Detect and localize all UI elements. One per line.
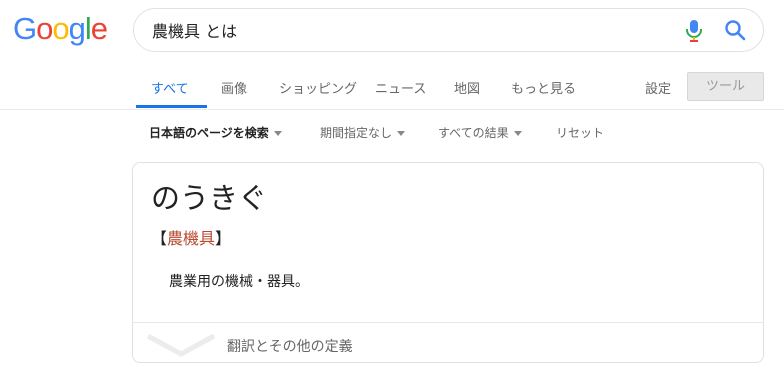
- tab-all[interactable]: すべて: [151, 78, 189, 97]
- tab-maps[interactable]: 地図: [454, 78, 480, 97]
- tab-shopping[interactable]: ショッピング: [279, 78, 357, 97]
- more-definitions-bar[interactable]: 翻訳とその他の定義: [133, 322, 763, 362]
- filter-reset[interactable]: リセット: [556, 124, 604, 141]
- filter-time[interactable]: 期間指定なし: [320, 124, 406, 141]
- settings-link[interactable]: 設定: [645, 78, 671, 97]
- search-tabs: すべて 画像 ショッピング ニュース 地図 もっと見る 設定 ツール: [0, 68, 784, 110]
- tab-news[interactable]: ニュース: [375, 78, 426, 97]
- headword: のうきぐ: [151, 181, 268, 215]
- tab-more[interactable]: もっと見る: [511, 78, 576, 97]
- logo-letter: e: [90, 11, 108, 46]
- filter-time-label: 期間指定なし: [320, 126, 393, 140]
- tools-button[interactable]: ツール: [687, 72, 764, 101]
- logo-letter: g: [68, 11, 86, 46]
- tab-images[interactable]: 画像: [221, 78, 247, 97]
- caret-down-icon: [273, 131, 282, 136]
- active-tab-indicator: [136, 105, 207, 108]
- search-box[interactable]: [133, 8, 764, 52]
- logo-letter: o: [52, 11, 69, 46]
- bracket-close: 】: [215, 229, 232, 248]
- filter-results-label: すべての結果: [438, 126, 509, 140]
- logo-letter: G: [13, 11, 37, 46]
- dictionary-card: のうきぐ 【農機具】 農業用の機械・器具。 翻訳とその他の定義: [132, 162, 764, 363]
- google-logo[interactable]: Google: [13, 11, 108, 46]
- filter-language-label: 日本語のページを検索: [149, 126, 269, 140]
- search-input[interactable]: [152, 18, 672, 42]
- definition-text: 農業用の機械・器具。: [169, 274, 309, 290]
- logo-letter: o: [36, 11, 53, 46]
- more-definitions-label: 翻訳とその他の定義: [227, 339, 353, 355]
- search-filters: 日本語のページを検索 期間指定なし すべての結果 リセット: [0, 112, 784, 152]
- mic-icon[interactable]: [684, 19, 704, 43]
- kanji-link[interactable]: 農機具: [167, 229, 215, 248]
- kanji-notation: 【農機具】: [151, 225, 231, 249]
- caret-down-icon: [513, 131, 522, 136]
- caret-down-icon: [397, 131, 406, 136]
- filter-language[interactable]: 日本語のページを検索: [149, 124, 282, 141]
- bracket-open: 【: [151, 229, 168, 248]
- chevron-down-icon[interactable]: [146, 332, 216, 358]
- search-icon[interactable]: [724, 19, 746, 41]
- filter-results[interactable]: すべての結果: [438, 124, 522, 141]
